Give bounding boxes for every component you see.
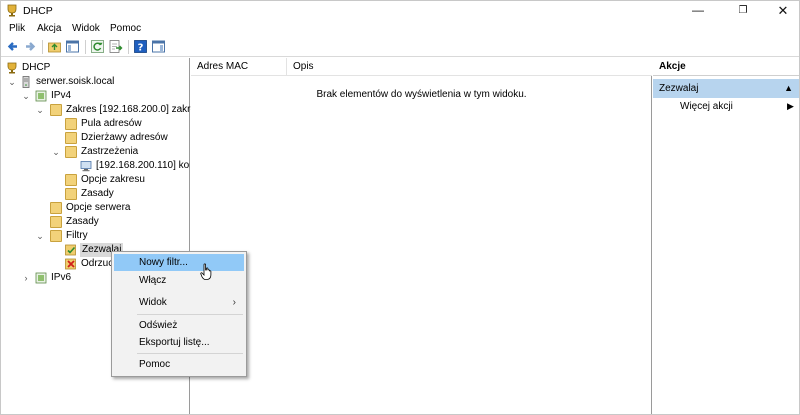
tree-item-reservation[interactable]: [192.168.200.110] kom <box>1 159 190 173</box>
title-bar: DHCP — ❐ ✕ <box>1 1 799 21</box>
tree-item-filters[interactable]: ⌄ Filtry <box>1 229 190 243</box>
computer-icon <box>80 161 92 172</box>
empty-list-message: Brak elementów do wyświetlenia w tym wid… <box>316 89 527 100</box>
tree-item-policies[interactable]: Zasady <box>1 215 190 229</box>
server-icon <box>22 76 30 88</box>
tree-label: Filtry <box>66 230 88 241</box>
tree-item-reservations[interactable]: ⌄ Zastrzeżenia <box>1 145 190 159</box>
actions-group-allow[interactable]: Zezwalaj ▲ <box>653 79 799 98</box>
actions-group-label: Zezwalaj <box>659 83 699 94</box>
results-pane: Adres MAC Opis Brak elementów do wyświet… <box>191 58 652 414</box>
tree-label: Pula adresów <box>81 118 142 129</box>
show-hide-tree-icon[interactable] <box>65 39 80 54</box>
window-title: DHCP <box>23 5 53 17</box>
folder-icon <box>65 174 77 186</box>
folder-icon <box>65 132 77 144</box>
tree-item-ipv4[interactable]: ⌄ IPv4 <box>1 89 190 103</box>
tree-label: Dzierżawy adresów <box>81 132 168 143</box>
tree-label: Zasady <box>81 188 114 199</box>
svg-text:?: ? <box>138 43 144 54</box>
deny-filter-icon <box>65 258 76 270</box>
export-list-icon[interactable] <box>108 39 123 54</box>
tree-label: Opcje zakresu <box>81 174 145 185</box>
folder-icon <box>65 118 77 130</box>
folder-icon <box>65 188 77 200</box>
folder-icon <box>50 230 62 242</box>
menu-widok[interactable]: Widok <box>72 23 100 34</box>
folder-icon <box>50 216 62 228</box>
tree-label: DHCP <box>22 62 51 73</box>
menu-bar: Plik Akcja Widok Pomoc <box>1 21 799 37</box>
menu-separator <box>137 314 243 315</box>
tree-label: Zakres [192.168.200.0] zakres <box>66 104 202 115</box>
refresh-icon[interactable] <box>90 39 105 54</box>
tree-item-server-options[interactable]: Opcje serwera <box>1 201 190 215</box>
hand-cursor-icon <box>200 263 212 280</box>
tree-label: Zastrzeżenia <box>81 146 139 157</box>
tree-item-address-leases[interactable]: Dzierżawy adresów <box>1 131 190 145</box>
dhcp-icon <box>7 62 17 74</box>
ipv4-icon <box>35 90 47 102</box>
tree-item-scope-policies[interactable]: Zasady <box>1 187 190 201</box>
column-header-mac[interactable]: Adres MAC <box>191 58 287 76</box>
allow-filter-icon <box>65 244 76 256</box>
context-menu-view-label: Widok <box>139 297 167 308</box>
toolbar-separator <box>42 40 43 54</box>
menu-separator <box>137 353 243 354</box>
tree-label: [192.168.200.110] kom <box>96 160 190 171</box>
tree-item-dhcp[interactable]: DHCP <box>1 61 190 75</box>
context-menu-view[interactable]: Widok › <box>114 294 244 311</box>
toolbar-separator <box>128 40 129 54</box>
ipv6-icon <box>35 272 47 284</box>
forward-arrow-icon[interactable] <box>23 39 38 54</box>
more-actions-link[interactable]: Więcej akcji <box>680 101 733 112</box>
dhcp-app-icon <box>7 4 17 17</box>
context-menu-enable[interactable]: Włącz <box>114 272 244 289</box>
folder-icon <box>65 146 77 158</box>
chevron-right-icon[interactable]: › <box>21 271 31 285</box>
folder-icon <box>50 202 62 214</box>
submenu-arrow-icon: › <box>232 297 236 308</box>
context-menu-help[interactable]: Pomoc <box>114 356 244 373</box>
tree-label: Zasady <box>66 216 99 227</box>
chevron-down-icon[interactable]: ⌄ <box>7 75 17 89</box>
tree-item-scope[interactable]: ⌄ Zakres [192.168.200.0] zakres <box>1 103 201 117</box>
close-button[interactable]: ✕ <box>763 1 800 21</box>
context-menu-refresh[interactable]: Odśwież <box>114 317 244 334</box>
dhcp-window: DHCP — ❐ ✕ Plik Akcja Widok Pomoc ? DHCP… <box>0 0 800 415</box>
menu-plik[interactable]: Plik <box>9 23 25 34</box>
tree-label: serwer.soisk.local <box>36 76 115 87</box>
actions-pane: Akcje Zezwalaj ▲ Więcej akcji ▶ <box>653 58 799 414</box>
toolbar: ? <box>1 37 799 57</box>
context-menu: Nowy filtr... Włącz Widok › Odśwież Eksp… <box>111 251 247 377</box>
menu-pomoc[interactable]: Pomoc <box>110 23 141 34</box>
back-arrow-icon[interactable] <box>5 39 20 54</box>
menu-akcja[interactable]: Akcja <box>37 23 61 34</box>
context-menu-export-list[interactable]: Eksportuj listę... <box>114 334 244 351</box>
tree-label: IPv6 <box>51 272 72 283</box>
help-icon[interactable]: ? <box>133 39 148 54</box>
tree-item-address-pool[interactable]: Pula adresów <box>1 117 190 131</box>
chevron-down-icon[interactable]: ⌄ <box>35 229 45 243</box>
maximize-button[interactable]: ❐ <box>723 1 763 21</box>
tree-item-server[interactable]: ⌄ serwer.soisk.local <box>1 75 190 89</box>
tree-label: IPv4 <box>51 90 72 101</box>
show-hide-action-pane-icon[interactable] <box>151 39 166 54</box>
tree-label: Opcje serwera <box>66 202 131 213</box>
chevron-down-icon[interactable]: ⌄ <box>21 89 31 103</box>
collapse-up-icon[interactable]: ▲ <box>784 79 793 98</box>
toolbar-separator <box>85 40 86 54</box>
tree-item-scope-options[interactable]: Opcje zakresu <box>1 173 190 187</box>
minimize-button[interactable]: — <box>678 1 718 21</box>
folder-icon <box>50 104 62 116</box>
chevron-down-icon[interactable]: ⌄ <box>51 145 61 159</box>
submenu-arrow-icon[interactable]: ▶ <box>787 101 794 112</box>
column-header-description[interactable]: Opis <box>287 58 652 76</box>
up-folder-icon[interactable] <box>47 39 62 54</box>
actions-header: Akcje <box>653 58 799 76</box>
context-menu-new-filter[interactable]: Nowy filtr... <box>114 254 244 271</box>
chevron-down-icon[interactable]: ⌄ <box>35 103 45 117</box>
